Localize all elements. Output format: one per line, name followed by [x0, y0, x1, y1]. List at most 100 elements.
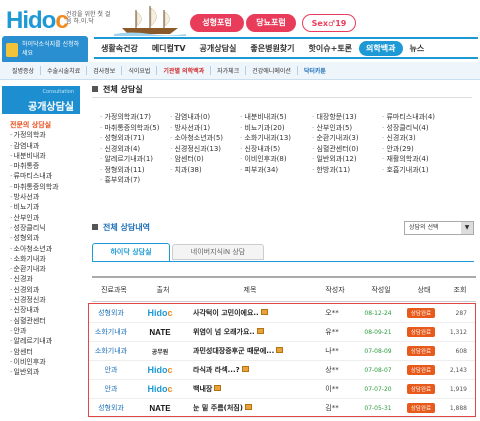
category-link[interactable]: · 비뇨기과(20): [240, 123, 312, 134]
sidebar-item[interactable]: -비뇨기과: [2, 202, 80, 212]
category-link[interactable]: · 소아청소년과(5): [170, 133, 240, 144]
dept-cell[interactable]: 안과: [89, 365, 133, 375]
sidebar-item[interactable]: -순환기내과: [2, 264, 80, 274]
doctor-select-dropdown[interactable]: 상담의 선택 ▼: [404, 221, 474, 235]
sidebar-item[interactable]: -안과: [2, 326, 80, 336]
sidebar-item[interactable]: -소화기내과: [2, 254, 80, 264]
logo-text: Hido: [6, 7, 56, 34]
main-nav-item[interactable]: 메디컬TV: [145, 43, 193, 54]
tab-naver-kin-consult[interactable]: 네이버지식iN 상담: [172, 244, 264, 260]
category-link[interactable]: · 감염내과(0): [170, 112, 240, 123]
dept-cell[interactable]: 성형외과: [89, 308, 133, 318]
category-link[interactable]: · 신경외과(4): [100, 144, 170, 155]
dept-cell[interactable]: 소화기내과: [89, 327, 133, 337]
category-link[interactable]: · 암센터(0): [170, 154, 240, 165]
sidebar-item[interactable]: -신장내과: [2, 305, 80, 315]
post-title-link[interactable]: 눈 밑 주름(처짐): [187, 403, 307, 413]
sidebar-item[interactable]: -알레르기내과: [2, 336, 80, 346]
table-row[interactable]: 성형외과 Hidoc 사각턱이 고민이에요.. 오** 08-12-24 상담완료 287: [89, 304, 475, 323]
sidebar-item[interactable]: -이비인후과: [2, 357, 80, 367]
tab-diabetes-forum[interactable]: 당뇨포럼: [246, 14, 296, 32]
sub-nav-item[interactable]: 질병증상: [6, 66, 42, 75]
table-row[interactable]: 소화기내과 NATE 위염이 넘 오래가요.. 유** 08-09-21 상담완료 1,31…: [89, 323, 475, 342]
sidebar-item[interactable]: -신경외과: [2, 285, 80, 295]
main-nav-item[interactable]: 공개상담실: [193, 43, 244, 54]
main-nav-item[interactable]: 의학백과: [359, 40, 403, 56]
sidebar-item[interactable]: -심혈관센터: [2, 316, 80, 326]
dept-cell[interactable]: 소화기내과: [89, 346, 133, 356]
dept-cell[interactable]: 성형외과: [89, 403, 133, 413]
tab-sex-19[interactable]: Sex♂19: [302, 14, 356, 32]
sidebar-item[interactable]: -감염내과: [2, 141, 80, 151]
main-nav-item[interactable]: 핫이슈+토론: [302, 43, 360, 54]
category-link[interactable]: · 심혈관센터(0): [312, 144, 382, 155]
category-link[interactable]: · 마취통증의학과(5): [100, 123, 170, 134]
sub-nav-item[interactable]: 기관별 의학백과: [157, 66, 212, 75]
category-link[interactable]: · 안과(29): [382, 144, 464, 155]
sidebar-item[interactable]: -암센터: [2, 347, 80, 357]
category-link[interactable]: · 대장항문(13): [312, 112, 382, 123]
category-link[interactable]: · 내분비내과(5): [240, 112, 312, 123]
newsletter-promo-button[interactable]: 하이닥소식지를 신청하세요: [2, 36, 88, 64]
category-link[interactable]: · 이비인후과(8): [240, 154, 312, 165]
sub-nav-item[interactable]: 검사정보: [87, 66, 123, 75]
sub-nav-item[interactable]: 수술시술치료: [41, 66, 88, 75]
category-link[interactable]: · 산부인과(5): [312, 123, 382, 134]
post-title-link[interactable]: 사각턱이 고민이에요..: [187, 308, 307, 318]
post-title-link[interactable]: 백내장: [187, 384, 307, 394]
category-link[interactable]: · 신장내과(5): [240, 144, 312, 155]
category-link[interactable]: · 치과(38): [170, 165, 240, 176]
hidoc-logo[interactable]: Hidoc: [6, 7, 69, 35]
category-link[interactable]: · 정형외과(11): [100, 165, 170, 176]
category-link[interactable]: · 성형외과(71): [100, 133, 170, 144]
category-link[interactable]: · 알레르기내과(1): [100, 154, 170, 165]
sidebar-item[interactable]: -성장클리닉: [2, 223, 80, 233]
table-row[interactable]: 안과 Hidoc 라식과 라섹...? 상** 07-08-07 상담완료 2,143: [89, 361, 475, 380]
category-link[interactable]: · 성장클리닉(4): [382, 123, 464, 134]
dept-cell[interactable]: 안과: [89, 384, 133, 394]
tab-hidoc-consult[interactable]: 하이닥 상담실: [92, 243, 170, 261]
sidebar-item[interactable]: -류마티스내과: [2, 171, 80, 181]
category-link[interactable]: · 신경정신과(13): [170, 144, 240, 155]
table-row[interactable]: 성형외과 NATE 눈 밑 주름(처짐) 김** 07-05-31 상담완료 1,888: [89, 399, 475, 418]
category-link[interactable]: · 류마티스내과(4): [382, 112, 464, 123]
dropdown-arrow-icon: ▼: [461, 222, 473, 234]
sidebar-item[interactable]: -일반외과: [2, 367, 80, 377]
main-nav-item[interactable]: 좋은병원찾기: [243, 43, 301, 54]
post-title-link[interactable]: 라식과 라섹...?: [187, 365, 307, 375]
sidebar-item[interactable]: -신경과: [2, 274, 80, 284]
category-link[interactable]: · 가정의학과(17): [100, 112, 170, 123]
main-nav-item[interactable]: 뉴스: [403, 43, 432, 54]
post-title-link[interactable]: 위염이 넘 오래가요..: [187, 327, 307, 337]
sub-nav-item[interactable]: 닥터카툰: [298, 66, 332, 75]
sidebar-item[interactable]: -마취통증의학과: [2, 182, 80, 192]
sidebar-item[interactable]: -성형외과: [2, 233, 80, 243]
category-link[interactable]: · 순환기내과(3): [312, 133, 382, 144]
sidebar-item[interactable]: -소아청소년과: [2, 244, 80, 254]
table-row[interactable]: 안과 Hidoc 백내장 이** 07-07-20 상담완료 1,919: [89, 380, 475, 399]
category-link[interactable]: · 소화기내과(13): [240, 133, 312, 144]
sidebar-item[interactable]: -가정의학과: [2, 130, 80, 140]
sub-nav-item[interactable]: 자가체크: [211, 66, 247, 75]
post-title-link[interactable]: 과민성대장증후군 때문에...: [187, 346, 307, 356]
category-link[interactable]: · 재활의학과(4): [382, 154, 464, 165]
sub-nav-item[interactable]: 건강애니메이션: [246, 66, 298, 75]
category-link[interactable]: · 피부과(34): [240, 165, 312, 176]
main-nav-item[interactable]: 생활속건강: [94, 43, 145, 54]
category-link[interactable]: · 방사선과(1): [170, 123, 240, 134]
sidebar-item[interactable]: 전문의 상담실: [2, 120, 80, 130]
sidebar-item[interactable]: -마취통증: [2, 161, 80, 171]
sidebar-item[interactable]: -내분비내과: [2, 151, 80, 161]
category-link[interactable]: · 신경과(3): [382, 133, 464, 144]
category-link[interactable]: · 흉부외과(7): [100, 175, 170, 186]
sub-nav-item[interactable]: 식이요법: [122, 66, 158, 75]
category-link[interactable]: · 일반외과(12): [312, 154, 382, 165]
table-row[interactable]: 소화기내과 공무원 과민성대장증후군 때문에... 나** 07-08-09 상담완료 60…: [89, 342, 475, 361]
sidebar-item[interactable]: -신경정신과: [2, 295, 80, 305]
sidebar-item-label: 방사선과: [13, 193, 40, 202]
sidebar-item[interactable]: -방사선과: [2, 192, 80, 202]
sidebar-item[interactable]: -산부인과: [2, 213, 80, 223]
tab-plastic-surgery-forum[interactable]: 성형포럼: [190, 14, 244, 32]
category-link[interactable]: · 한방과(11): [312, 165, 382, 176]
category-link[interactable]: · 호흡기내과(1): [382, 165, 464, 176]
